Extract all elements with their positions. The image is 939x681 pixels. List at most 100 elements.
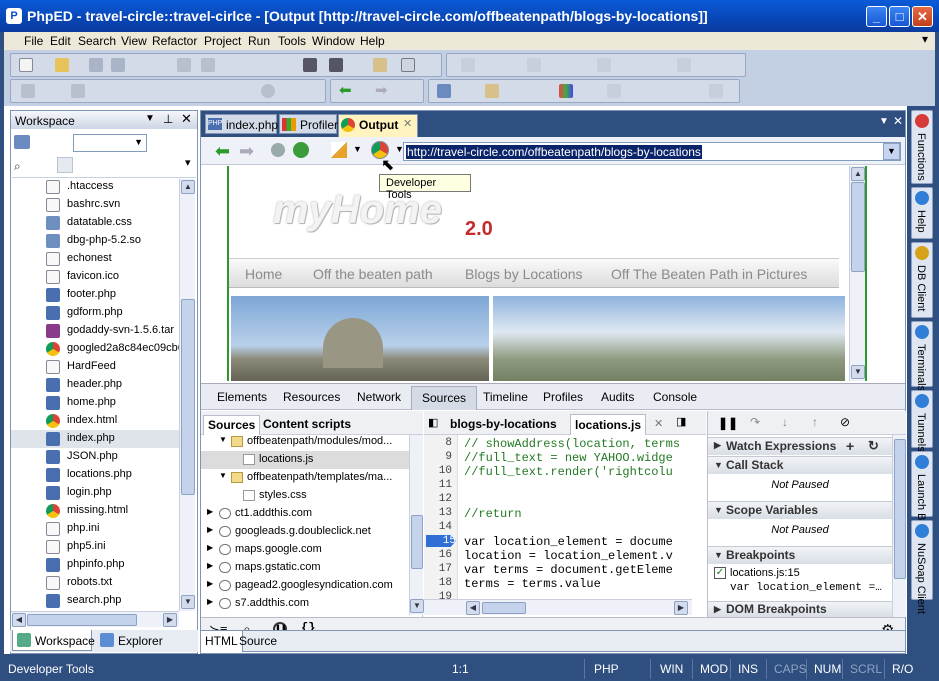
line-number[interactable]: 8 — [424, 437, 452, 449]
sidebar-scrollbar[interactable] — [892, 435, 906, 617]
line-number[interactable]: 11 — [424, 479, 452, 491]
tab-console[interactable]: Console — [653, 390, 697, 404]
breakpoints-header[interactable]: ▼ Breakpoints — [708, 546, 892, 564]
file-tab-blogs[interactable]: blogs-by-locations — [450, 417, 557, 431]
minimize-button[interactable]: _ — [866, 6, 887, 27]
add-watch-icon[interactable]: + — [846, 438, 854, 454]
tree-expand-icon[interactable]: ▶ — [207, 525, 213, 534]
page-scrollbar[interactable]: ▲ ▼ — [849, 166, 865, 381]
scroll-right-icon[interactable]: ▶ — [163, 613, 177, 627]
menu-tools[interactable]: Tools — [278, 34, 306, 48]
tab-network[interactable]: Network — [357, 390, 401, 404]
file-item[interactable]: .htaccess — [11, 178, 179, 196]
tree-item[interactable]: ▶ ct1.addthis.com — [201, 505, 409, 523]
file-item[interactable]: missing.html — [11, 502, 179, 520]
file-item[interactable]: index.html — [11, 412, 179, 430]
new-file-icon[interactable] — [19, 58, 33, 72]
workspace-tools-icon[interactable] — [14, 135, 30, 149]
close-tab-icon[interactable]: ✕ — [403, 117, 412, 130]
file-item[interactable]: footer.php — [11, 286, 179, 304]
sidebar-scroll-thumb[interactable] — [894, 439, 906, 579]
tree-scroll-thumb[interactable] — [411, 515, 423, 569]
checkbox-icon[interactable] — [527, 58, 541, 72]
signal-icon[interactable] — [331, 142, 347, 158]
line-number[interactable]: 12 — [424, 493, 452, 505]
menu-help[interactable]: Help — [360, 34, 385, 48]
grid-icon[interactable] — [677, 58, 691, 72]
tree-expand-icon[interactable]: ▼ — [219, 471, 227, 480]
tab-explorer[interactable]: Explorer — [96, 630, 176, 651]
close-file-icon[interactable]: ✕ — [654, 417, 663, 430]
file-item[interactable]: home.php — [11, 394, 179, 412]
tools-icon[interactable] — [437, 84, 451, 98]
line-number[interactable]: 10 — [424, 465, 452, 477]
menu-view[interactable]: View — [121, 34, 147, 48]
tab-profiler[interactable]: Profiler — [279, 114, 338, 134]
run-icon[interactable] — [21, 84, 35, 98]
nav-pictures[interactable]: Off The Beaten Path in Pictures — [611, 266, 807, 282]
line-number[interactable]: 17 — [424, 563, 452, 575]
file-item[interactable]: bashrc.svn — [11, 196, 179, 214]
color-icon[interactable] — [559, 84, 573, 98]
tab-html[interactable]: HTML — [201, 631, 243, 652]
code-line[interactable]: var terms = document.getEleme — [464, 563, 673, 577]
code-line[interactable]: var location_element = docume — [464, 535, 673, 549]
tab-resources[interactable]: Resources — [283, 390, 340, 404]
code-line[interactable]: //return — [464, 507, 522, 521]
line-number[interactable]: 18 — [424, 577, 452, 589]
workspace-menu-icon[interactable]: ▾ — [185, 156, 191, 169]
tree-expand-icon[interactable]: ▶ — [207, 507, 213, 516]
code-scroll-right-icon[interactable]: ▶ — [674, 601, 688, 615]
clipboard-icon[interactable] — [401, 58, 415, 72]
scroll-thumb[interactable] — [181, 299, 195, 495]
file-item[interactable]: locations.php — [11, 466, 179, 484]
tree-item[interactable]: ▶ pagead2.googlesyndication.com — [201, 577, 409, 595]
file-item[interactable]: favicon.ico — [11, 268, 179, 286]
close-editor-icon[interactable]: ✕ — [893, 114, 903, 128]
nav-off-beaten-path[interactable]: Off the beaten path — [313, 266, 433, 282]
file-tab-locations-js[interactable]: locations.js — [570, 414, 647, 435]
line-number[interactable]: 16 — [424, 549, 452, 561]
tab-elements[interactable]: Elements — [217, 390, 267, 404]
tree-item[interactable]: ▼ offbeatenpath/templates/ma... — [201, 469, 409, 487]
pin-icon[interactable]: ⊥ — [163, 112, 173, 126]
tree-expand-icon[interactable]: ▶ — [207, 543, 213, 552]
file-item[interactable]: JSON.php — [11, 448, 179, 466]
tree-expand-icon[interactable]: ▶ — [207, 597, 213, 606]
code-hscrollbar[interactable]: ◀ ▶ — [424, 599, 692, 615]
dropdown-arrow-icon[interactable]: ▼ — [145, 113, 155, 124]
step-icon[interactable] — [71, 84, 85, 98]
code-line[interactable]: //full_text.render('rightcolu — [464, 465, 673, 479]
tree-item[interactable]: ▼ offbeatenpath/modules/mod... — [201, 435, 409, 451]
side-tab-tunnels[interactable]: Tunnels — [911, 390, 933, 452]
workspace-add-icon[interactable] — [57, 157, 73, 173]
menu-file[interactable]: File — [24, 34, 43, 48]
nav-toggle-icon[interactable]: ◧ — [428, 416, 438, 429]
refresh-watch-icon[interactable]: ↻ — [868, 438, 879, 454]
breakpoint-marker[interactable]: 15 — [426, 535, 456, 547]
open-folder-icon[interactable] — [55, 58, 69, 72]
line-number[interactable]: 14 — [424, 521, 452, 533]
save-icon[interactable] — [89, 58, 103, 72]
tree-item[interactable]: styles.css — [201, 487, 409, 505]
tab-audits[interactable]: Audits — [601, 390, 634, 404]
menu-overflow-icon[interactable]: ▾ — [922, 32, 928, 46]
workspace-scrollbar[interactable]: ▲ ▼ — [179, 179, 195, 611]
stop-icon[interactable] — [261, 84, 275, 98]
close-panel-icon[interactable]: ✕ — [181, 111, 192, 127]
file-item[interactable]: php.ini — [11, 520, 179, 538]
scroll-left-icon[interactable]: ◀ — [12, 613, 26, 627]
indent-icon[interactable] — [461, 58, 475, 72]
file-item[interactable]: php5.ini — [11, 538, 179, 556]
tree-item[interactable]: ▶ maps.google.com — [201, 541, 409, 559]
side-tab-nusoap-client[interactable]: NuSoap Client — [911, 520, 933, 614]
maximize-button[interactable]: □ — [889, 6, 910, 27]
url-input[interactable]: http://travel-circle.com/offbeatenpath/b… — [403, 142, 901, 161]
page-scroll-up-icon[interactable]: ▲ — [851, 167, 865, 181]
replace-icon[interactable] — [329, 58, 343, 72]
tab-timeline[interactable]: Timeline — [483, 390, 528, 404]
list-icon[interactable] — [597, 58, 611, 72]
file-item[interactable]: robots.txt — [11, 574, 179, 592]
code-hscroll-thumb[interactable] — [482, 602, 526, 614]
tree-expand-icon[interactable]: ▶ — [207, 579, 213, 588]
